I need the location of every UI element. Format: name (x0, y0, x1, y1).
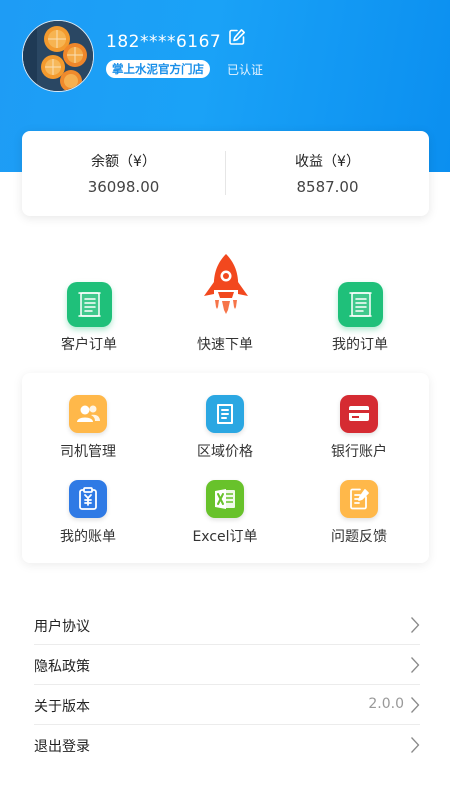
menu-item-privacy-policy[interactable]: 隐私政策 (34, 645, 420, 685)
customer-orders-button[interactable]: 客户订单 (29, 250, 149, 360)
rocket-icon (204, 254, 248, 314)
income-value: 8587.00 (296, 178, 359, 196)
excel-order-button[interactable]: Excel订单 (160, 480, 290, 560)
verified-label: 已认证 (227, 63, 264, 77)
quick-action-label: 客户订单 (61, 337, 117, 353)
income-label: 收益（¥） (295, 154, 360, 170)
bill-icon (69, 480, 107, 518)
bank-card-icon (340, 395, 378, 433)
my-bill-button[interactable]: 我的账单 (23, 480, 153, 560)
grid-item-label: 问题反馈 (331, 529, 387, 545)
store-badge: 掌上水泥官方门店 (106, 60, 210, 78)
menu-item-label: 退出登录 (34, 739, 90, 755)
my-orders-button[interactable]: 我的订单 (300, 250, 420, 360)
book-icon (206, 395, 244, 433)
quick-action-label: 我的订单 (332, 337, 388, 353)
menu-item-user-agreement[interactable]: 用户协议 (34, 605, 420, 645)
excel-icon (206, 480, 244, 518)
menu-item-about-version[interactable]: 关于版本 2.0.0 (34, 685, 420, 725)
balance-card: 余额（¥） 36098.00 收益（¥） 8587.00 (22, 131, 429, 216)
grid-item-label: 司机管理 (60, 444, 116, 460)
menu-item-label: 用户协议 (34, 619, 90, 635)
balance-value: 36098.00 (87, 178, 160, 196)
feedback-button[interactable]: 问题反馈 (294, 480, 424, 560)
document-icon (338, 282, 383, 327)
menu-item-label: 隐私政策 (34, 659, 90, 675)
income-column[interactable]: 收益（¥） 8587.00 (226, 131, 429, 216)
users-icon (69, 395, 107, 433)
balance-label: 余额（¥） (91, 154, 156, 170)
phone-number: 182****6167 (106, 32, 222, 52)
quick-actions: 客户订单 快速下单 我的订单 (0, 250, 450, 360)
version-value: 2.0.0 (368, 696, 404, 712)
avatar-orange-slices-image (23, 21, 93, 91)
chevron-right-icon (411, 697, 420, 713)
avatar[interactable] (22, 20, 94, 92)
chevron-right-icon (411, 737, 420, 753)
quick-action-label: 快速下单 (197, 337, 253, 353)
grid-item-label: 我的账单 (60, 529, 116, 545)
menu-item-logout[interactable]: 退出登录 (34, 725, 420, 765)
grid-item-label: 银行账户 (331, 444, 387, 460)
function-grid-card: 司机管理 区域价格 银行账户 我的账单 Excel订单 问题反馈 (22, 373, 429, 563)
chevron-right-icon (411, 617, 420, 633)
driver-management-button[interactable]: 司机管理 (23, 395, 153, 475)
document-icon (67, 282, 112, 327)
bank-account-button[interactable]: 银行账户 (294, 395, 424, 475)
balance-column[interactable]: 余额（¥） 36098.00 (22, 131, 225, 216)
edit-icon[interactable] (228, 28, 246, 46)
feedback-icon (340, 480, 378, 518)
settings-menu: 用户协议 隐私政策 关于版本 2.0.0 退出登录 (34, 605, 420, 765)
grid-item-label: Excel订单 (192, 529, 258, 545)
regional-price-button[interactable]: 区域价格 (160, 395, 290, 475)
quick-order-button[interactable]: 快速下单 (165, 250, 285, 360)
menu-item-label: 关于版本 (34, 699, 90, 715)
chevron-right-icon (411, 657, 420, 673)
grid-item-label: 区域价格 (197, 444, 253, 460)
